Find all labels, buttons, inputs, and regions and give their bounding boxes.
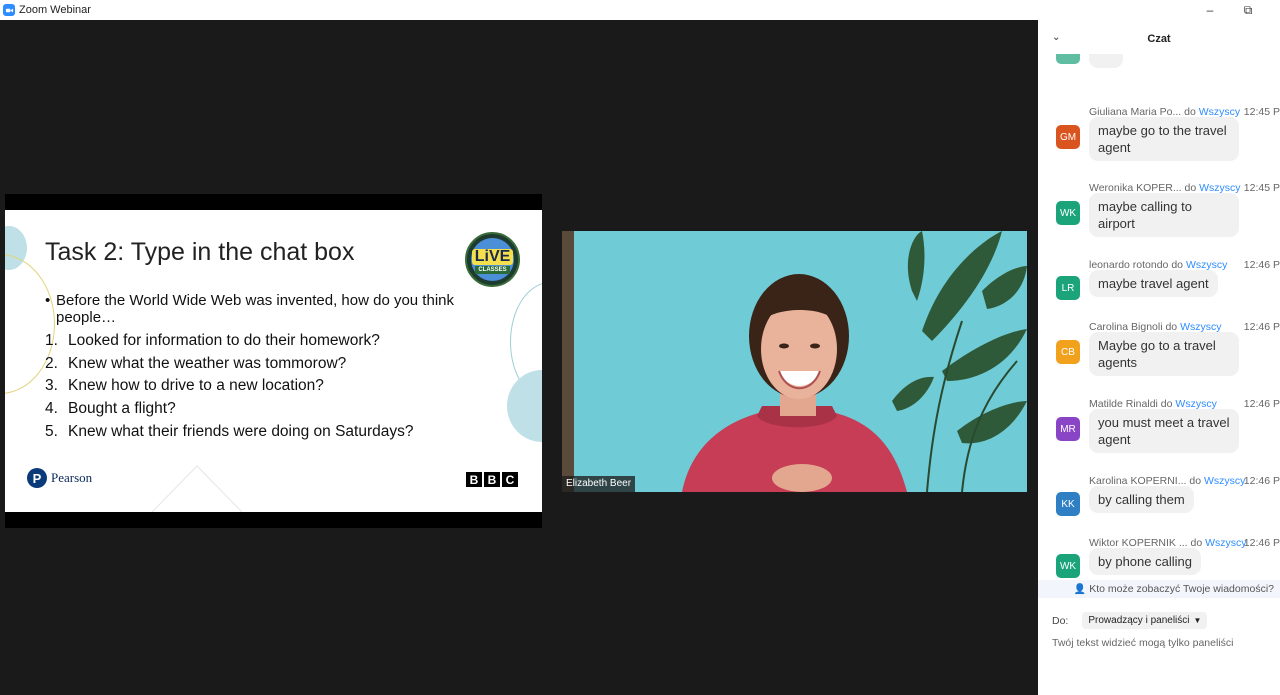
- avatar: LR: [1056, 276, 1080, 300]
- list-item: 5. Knew what their friends were doing on …: [45, 421, 414, 444]
- pearson-name: Pearson: [51, 470, 93, 485]
- minimize-button[interactable]: –: [1193, 0, 1227, 20]
- logo-text-live: LiVE: [471, 249, 514, 265]
- message-time: 12:45 P: [1243, 182, 1280, 194]
- title-bar: Zoom Webinar – ⧉: [0, 0, 1280, 20]
- pearson-logo: P Pearson: [27, 468, 92, 488]
- message-recipient[interactable]: Wszyscy: [1204, 475, 1245, 487]
- avatar: CB: [1056, 340, 1080, 364]
- message-bubble[interactable]: Maybe go to a travel agents: [1089, 332, 1239, 376]
- message-recipient[interactable]: Wszyscy: [1205, 537, 1246, 549]
- message-time: 12:46 P: [1243, 475, 1280, 487]
- avatar: WK: [1056, 201, 1080, 225]
- webinar-stage: Task 2: Type in the chat box • Before th…: [0, 20, 1038, 695]
- bbc-letter: C: [502, 472, 518, 487]
- avatar: GM: [1056, 125, 1080, 149]
- live-classes-logo: LiVE CLASSES: [465, 232, 520, 287]
- list-item: 3. Knew how to drive to a new location?: [45, 375, 414, 398]
- slide-decoration: [507, 370, 542, 442]
- message-bubble[interactable]: you must meet a travel agent: [1089, 409, 1239, 453]
- recipient-dropdown[interactable]: Prowadzący i paneliści ▼: [1082, 612, 1208, 629]
- pearson-mark-icon: P: [27, 468, 47, 488]
- chevron-down-icon[interactable]: ⌄: [1052, 32, 1064, 44]
- visibility-info-link[interactable]: 👤 Kto może zobaczyć Twoje wiadomości?: [1038, 580, 1280, 598]
- message-to-word: do: [1189, 475, 1202, 487]
- bullet: •: [45, 292, 51, 309]
- list-number: 3.: [45, 377, 58, 395]
- list-number: 1.: [45, 332, 58, 349]
- participant-video[interactable]: Elizabeth Beer: [562, 231, 1027, 492]
- recipient-row: Do: Prowadzący i paneliści ▼: [1052, 612, 1208, 629]
- avatar: MR: [1056, 417, 1080, 441]
- list-number: 2.: [45, 354, 58, 372]
- people-icon: 👤: [1073, 583, 1087, 595]
- visibility-note-text: Kto może zobaczyć Twoje wiadomości?: [1089, 583, 1274, 595]
- video-feed: [562, 231, 1027, 492]
- message-bubble[interactable]: by phone calling: [1089, 548, 1201, 575]
- avatar: KK: [1056, 492, 1080, 516]
- avatar: WK: [1056, 554, 1080, 578]
- bbc-logo: B B C: [466, 472, 518, 487]
- chevron-down-icon: ▼: [1193, 616, 1202, 625]
- presentation-slide: Task 2: Type in the chat box • Before th…: [5, 210, 542, 512]
- message-time: 12:46 P: [1243, 259, 1280, 271]
- message-time: 12:46 P: [1243, 398, 1280, 410]
- slide-title: Task 2: Type in the chat box: [45, 238, 355, 266]
- recipient-label: Do:: [1052, 614, 1069, 627]
- list-number: 5.: [45, 422, 58, 440]
- slide-intro-text: Before the World Wide Web was invented, …: [56, 292, 454, 326]
- list-item: 2. Knew what the weather was tommorow?: [45, 353, 414, 376]
- list-text: Knew how to drive to a new location?: [68, 377, 324, 395]
- logo-text-classes: CLASSES: [475, 266, 510, 274]
- chat-header: ⌄ Czat: [1038, 20, 1280, 58]
- message-time: 12:46 P: [1243, 321, 1280, 333]
- list-text: Bought a flight?: [68, 400, 176, 418]
- participant-name-label: Elizabeth Beer: [562, 476, 636, 492]
- recipient-value: Prowadzący i paneliści: [1088, 615, 1190, 626]
- list-number: 4.: [45, 400, 58, 418]
- chat-input[interactable]: Twój tekst widzieć mogą tylko paneliści: [1052, 637, 1234, 649]
- slide-intro: • Before the World Wide Web was invented…: [45, 292, 485, 326]
- message-bubble[interactable]: maybe calling to airport: [1089, 193, 1239, 237]
- list-item: 4. Bought a flight?: [45, 398, 414, 421]
- message-time: 12:46 P: [1243, 537, 1280, 549]
- list-item: 1. Looked for information to do their hom…: [45, 330, 414, 353]
- shared-screen: Task 2: Type in the chat box • Before th…: [5, 194, 542, 528]
- slide-decoration: [151, 465, 243, 512]
- message-bubble[interactable]: by calling them: [1089, 486, 1194, 513]
- list-text: Knew what the weather was tommorow?: [68, 354, 347, 372]
- chat-message-list[interactable]: Giuliana Maria Po... do Wszyscy 12:45 P GM…: [1038, 40, 1280, 580]
- list-text: Looked for information to do their homew…: [68, 332, 380, 349]
- message-time: 12:45 P: [1243, 106, 1280, 118]
- list-text: Knew what their friends were doing on Sa…: [68, 422, 414, 440]
- slide-question-list: 1. Looked for information to do their hom…: [45, 330, 414, 443]
- message-bubble[interactable]: maybe go to the travel agent: [1089, 117, 1239, 161]
- chat-title: Czat: [1147, 33, 1171, 45]
- zoom-logo-icon: [3, 4, 15, 16]
- message-bubble[interactable]: maybe travel agent: [1089, 270, 1218, 297]
- chat-panel: Giuliana Maria Po... do Wszyscy 12:45 P GM…: [1038, 20, 1280, 695]
- window-title: Zoom Webinar: [19, 4, 91, 16]
- bbc-letter: B: [466, 472, 482, 487]
- bbc-letter: B: [484, 472, 500, 487]
- restore-button[interactable]: ⧉: [1231, 0, 1265, 20]
